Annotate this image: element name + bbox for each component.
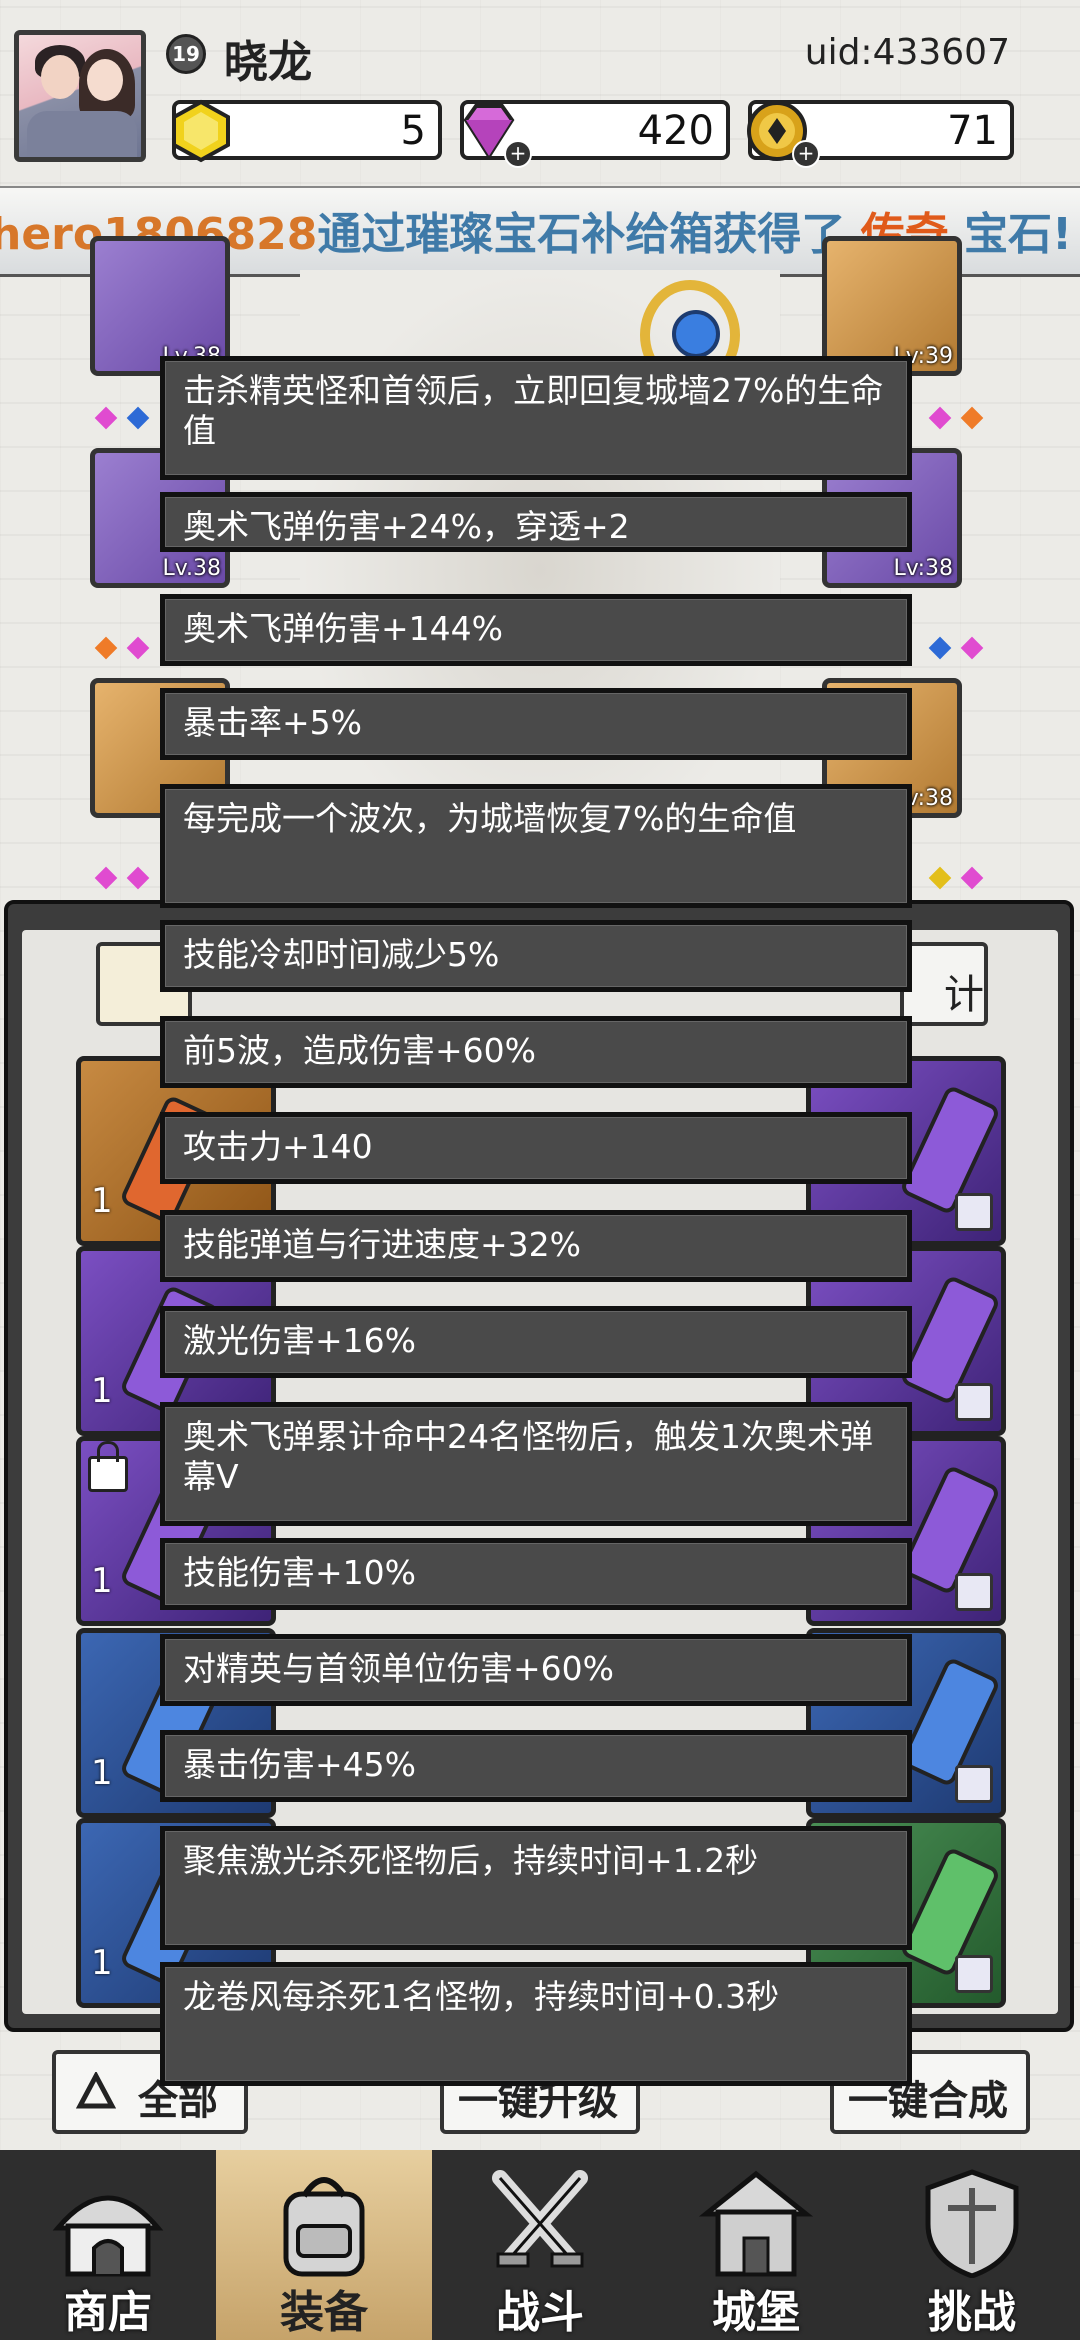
nav-challenge[interactable]: 挑战 bbox=[864, 2150, 1080, 2340]
coin-value: 71 bbox=[947, 108, 998, 154]
nav-castle[interactable]: 城堡 bbox=[648, 2150, 864, 2340]
slot-level: Lv:38 bbox=[893, 556, 953, 581]
nav-castle-label: 城堡 bbox=[712, 2287, 800, 2338]
gem-count: 1 bbox=[91, 1371, 113, 1411]
effect-item: 前5波，造成伤害+60% bbox=[160, 1016, 912, 1088]
shop-icon bbox=[52, 2195, 164, 2277]
effect-item: 暴击率+5% bbox=[160, 688, 912, 760]
effect-item: 技能弹道与行进速度+32% bbox=[160, 1210, 912, 1282]
banner-text-before: 通过璀璨宝石补给箱获得了 bbox=[317, 209, 846, 260]
effect-item: 技能冷却时间减少5% bbox=[160, 920, 912, 992]
effect-item: 攻击力+140 bbox=[160, 1112, 912, 1184]
resource-gold-hex: 5 bbox=[172, 99, 442, 163]
nav-equipment-label: 装备 bbox=[280, 2287, 368, 2338]
lock-icon bbox=[88, 1441, 128, 1492]
player-uid: uid:433607 bbox=[804, 32, 1010, 73]
backpack-icon bbox=[283, 2177, 365, 2277]
effect-item: 击杀精英怪和首领后，立即回复城墙27%的生命值 bbox=[160, 356, 912, 480]
nav-battle[interactable]: 战斗 bbox=[432, 2150, 648, 2340]
nav-challenge-label: 挑战 bbox=[928, 2287, 1016, 2338]
triangle-up-icon bbox=[76, 2072, 116, 2109]
gem-type-badge bbox=[955, 1193, 993, 1231]
nav-shop[interactable]: 商店 bbox=[0, 2150, 216, 2340]
stats-button-label: 计 bbox=[944, 972, 984, 1018]
gem-type-badge bbox=[955, 1765, 993, 1803]
gem-count: 1 bbox=[91, 1943, 113, 1983]
effect-item: 奥术飞弹伤害+144% bbox=[160, 594, 912, 666]
effect-item: 激光伤害+16% bbox=[160, 1306, 912, 1378]
resource-diamond: + 420 bbox=[460, 100, 730, 168]
resource-coin: + 71 bbox=[747, 100, 1014, 168]
player-name: 晓龙 bbox=[224, 37, 312, 88]
nav-equipment[interactable]: 装备 bbox=[216, 2150, 432, 2340]
shield-icon bbox=[925, 2169, 1019, 2278]
nav-shop-label: 商店 bbox=[64, 2287, 152, 2338]
slot-level: Lv.38 bbox=[162, 556, 221, 581]
effect-item: 奥术飞弹累计命中24名怪物后，触发1次奥术弹幕V bbox=[160, 1402, 912, 1526]
gem-count: 1 bbox=[91, 1561, 113, 1601]
gem-count: 1 bbox=[91, 1753, 113, 1793]
effect-item: 每完成一个波次，为城墙恢复7%的生命值 bbox=[160, 784, 912, 908]
coin-add-button[interactable]: + bbox=[792, 140, 820, 168]
crossed-swords-icon bbox=[492, 2170, 588, 2268]
gem-type-badge bbox=[955, 1383, 993, 1421]
player-avatar[interactable] bbox=[14, 30, 146, 162]
gem-type-badge bbox=[955, 1955, 993, 1993]
nav-battle-label: 战斗 bbox=[496, 2287, 584, 2338]
gem-count: 1 bbox=[91, 1181, 113, 1221]
gold-hexagon-icon bbox=[172, 99, 230, 163]
diamond-value: 420 bbox=[637, 108, 714, 154]
staff-orb-icon bbox=[672, 310, 720, 358]
effect-item: 对精英与首领单位伤害+60% bbox=[160, 1634, 912, 1706]
castle-icon bbox=[698, 2170, 814, 2277]
gold-hex-value: 5 bbox=[400, 108, 426, 154]
effect-item: 奥术飞弹伤害+24%，穿透+2 bbox=[160, 492, 912, 552]
gem-type-badge bbox=[955, 1573, 993, 1611]
equip-slot-top-right[interactable]: Lv:39 bbox=[822, 236, 962, 376]
effect-item: 聚焦激光杀死怪物后，持续时间+1.2秒 bbox=[160, 1826, 912, 1950]
effect-item: 暴击伤害+45% bbox=[160, 1730, 912, 1802]
player-level-badge: 19 bbox=[166, 34, 206, 74]
banner-text-after: 宝石! bbox=[964, 209, 1073, 260]
equip-slot-top-left[interactable]: Lv.38 bbox=[90, 236, 230, 376]
effect-item: 技能伤害+10% bbox=[160, 1538, 912, 1610]
stats-button[interactable]: 计 bbox=[900, 942, 988, 1026]
effect-item: 龙卷风每杀死1名怪物，持续时间+0.3秒 bbox=[160, 1962, 912, 2086]
diamond-add-button[interactable]: + bbox=[504, 140, 532, 168]
